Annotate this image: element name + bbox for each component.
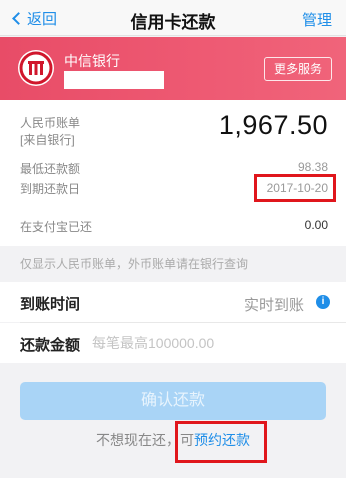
page-title: 信用卡还款 xyxy=(130,13,216,32)
footer-text: 不想现在还，可预约还款 xyxy=(0,430,346,450)
redacted-card-info xyxy=(64,71,164,89)
schedule-link-highlight-box xyxy=(175,421,267,463)
paid-value: 0.00 xyxy=(304,218,328,232)
due-date-highlight-box xyxy=(254,174,336,202)
min-payment-label: 最低还款额 xyxy=(20,162,81,176)
arrival-time-row: 到账时间 实时到账 i xyxy=(0,282,346,322)
due-date-label: 到期还款日 xyxy=(20,182,81,196)
repay-amount-input[interactable] xyxy=(92,331,322,355)
min-payment-value: 98.38 xyxy=(297,160,328,174)
repay-amount-row: 还款金额 xyxy=(0,323,346,363)
manage-button[interactable]: 管理 xyxy=(302,9,332,30)
foreign-currency-notice: 仅显示人民币账单，外币账单请在银行查询 xyxy=(20,257,249,271)
citic-bank-logo-icon xyxy=(18,50,54,86)
paid-label: 在支付宝已还 xyxy=(20,220,93,234)
bill-amount: 1,967.50 xyxy=(218,110,328,140)
bank-name: 中信银行 xyxy=(64,53,120,69)
rmb-bill-label: 人民币账单 xyxy=(20,116,81,130)
repay-amount-label: 还款金额 xyxy=(20,337,81,354)
bank-header: 中信银行 更多服务 xyxy=(0,37,346,100)
navigation-bar: 返回 信用卡还款 管理 xyxy=(0,0,346,36)
arrival-time-label: 到账时间 xyxy=(20,296,81,313)
info-icon[interactable]: i xyxy=(316,295,330,309)
more-services-button[interactable]: 更多服务 xyxy=(264,57,332,81)
bill-source-label: [来自银行] xyxy=(20,133,75,147)
arrival-time-value: 实时到账 xyxy=(243,297,304,314)
confirm-repay-button[interactable]: 确认还款 xyxy=(20,382,326,420)
bill-card: 人民币账单 [来自银行] 1,967.50 最低还款额 98.38 到期还款日 … xyxy=(0,100,346,246)
app-root: 返回 信用卡还款 管理 中信银行 更多服务 人民币账单 [来自银行] 1,967… xyxy=(0,0,346,478)
